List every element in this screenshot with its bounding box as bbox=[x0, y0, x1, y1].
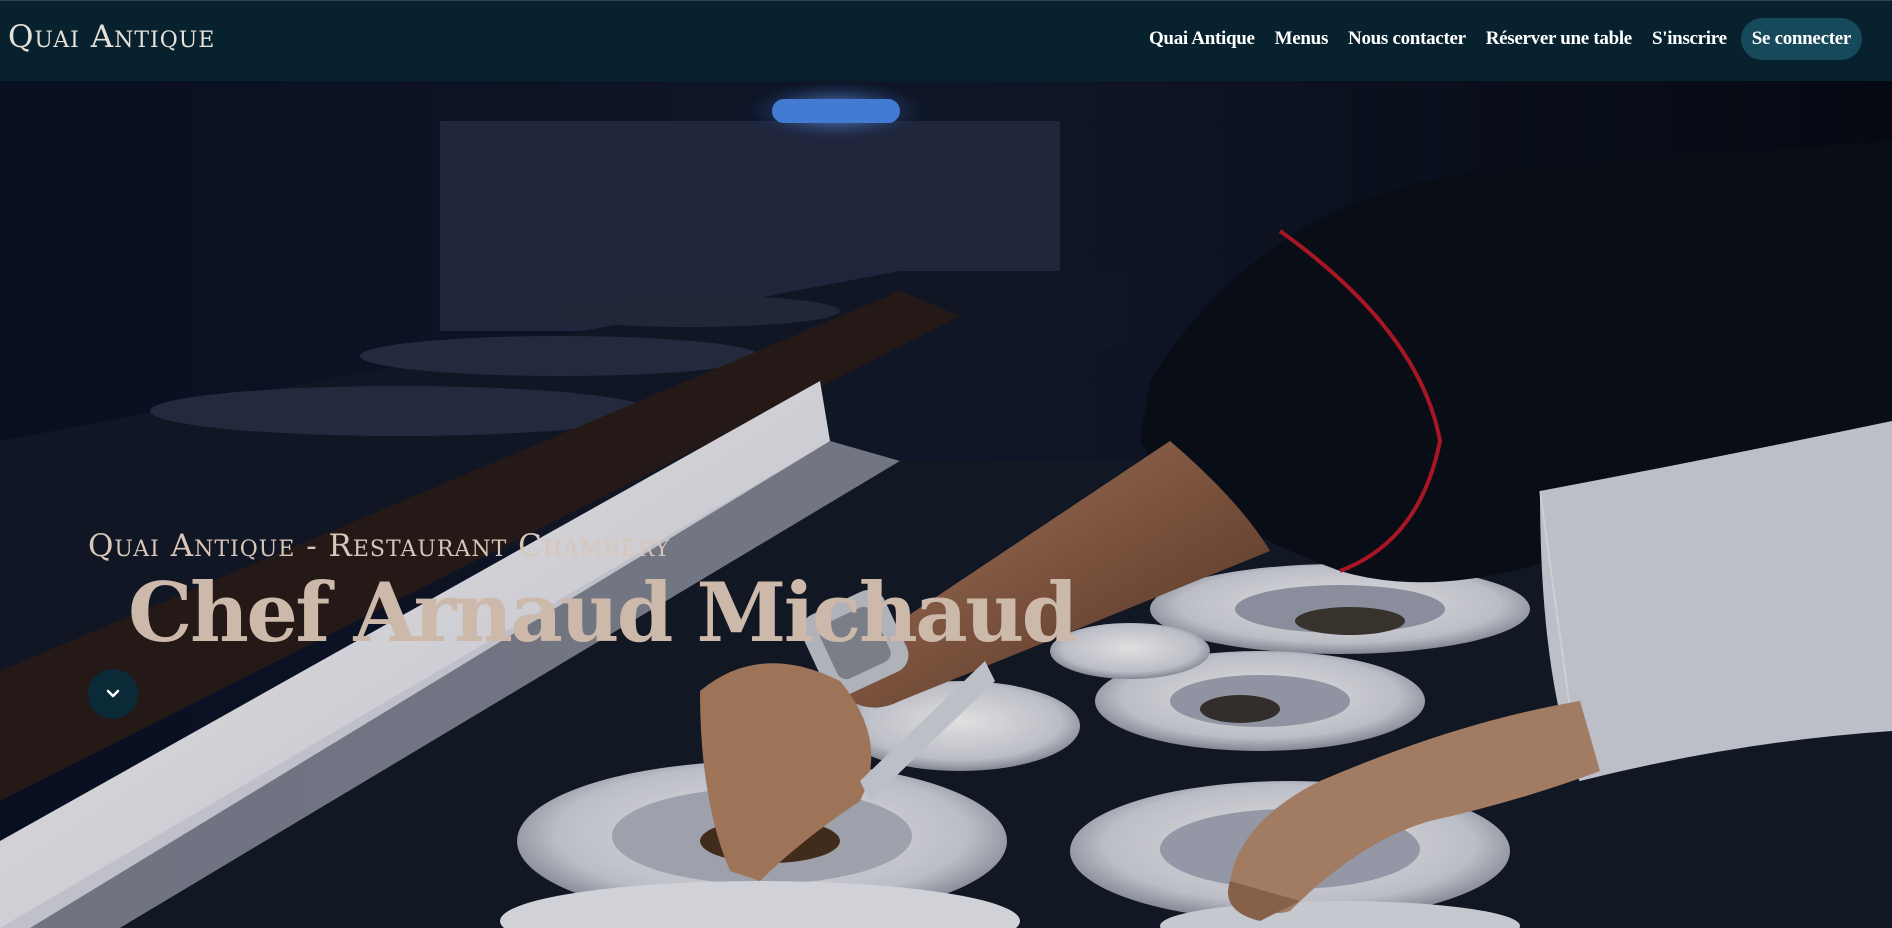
nav-link-quai-antique[interactable]: Quai Antique bbox=[1139, 19, 1265, 59]
nav-link-contact[interactable]: Nous contacter bbox=[1338, 19, 1476, 59]
scroll-down-button[interactable] bbox=[88, 669, 138, 719]
hero-subtitle: Quai Antique - Restaurant Chambery bbox=[88, 528, 671, 564]
brand-logo[interactable]: Quai Antique bbox=[8, 19, 215, 55]
nav-link-menus[interactable]: Menus bbox=[1265, 19, 1338, 59]
login-button[interactable]: Se connecter bbox=[1740, 18, 1862, 60]
nav-link-reserve-table[interactable]: Réserver une table bbox=[1476, 19, 1642, 59]
hero-title: Chef Arnaud Michaud bbox=[128, 566, 1078, 661]
nav-links: Quai Antique Menus Nous contacter Réserv… bbox=[1139, 18, 1862, 60]
page: Quai Antique Quai Antique Menus Nous con… bbox=[0, 0, 1892, 928]
navbar: Quai Antique Quai Antique Menus Nous con… bbox=[0, 0, 1892, 81]
chevron-down-icon bbox=[106, 689, 120, 698]
hero-section: Quai Antique - Restaurant Chambery Chef … bbox=[0, 81, 1892, 928]
hero-background-image bbox=[0, 81, 1892, 928]
nav-link-signup[interactable]: S'inscrire bbox=[1642, 19, 1737, 59]
